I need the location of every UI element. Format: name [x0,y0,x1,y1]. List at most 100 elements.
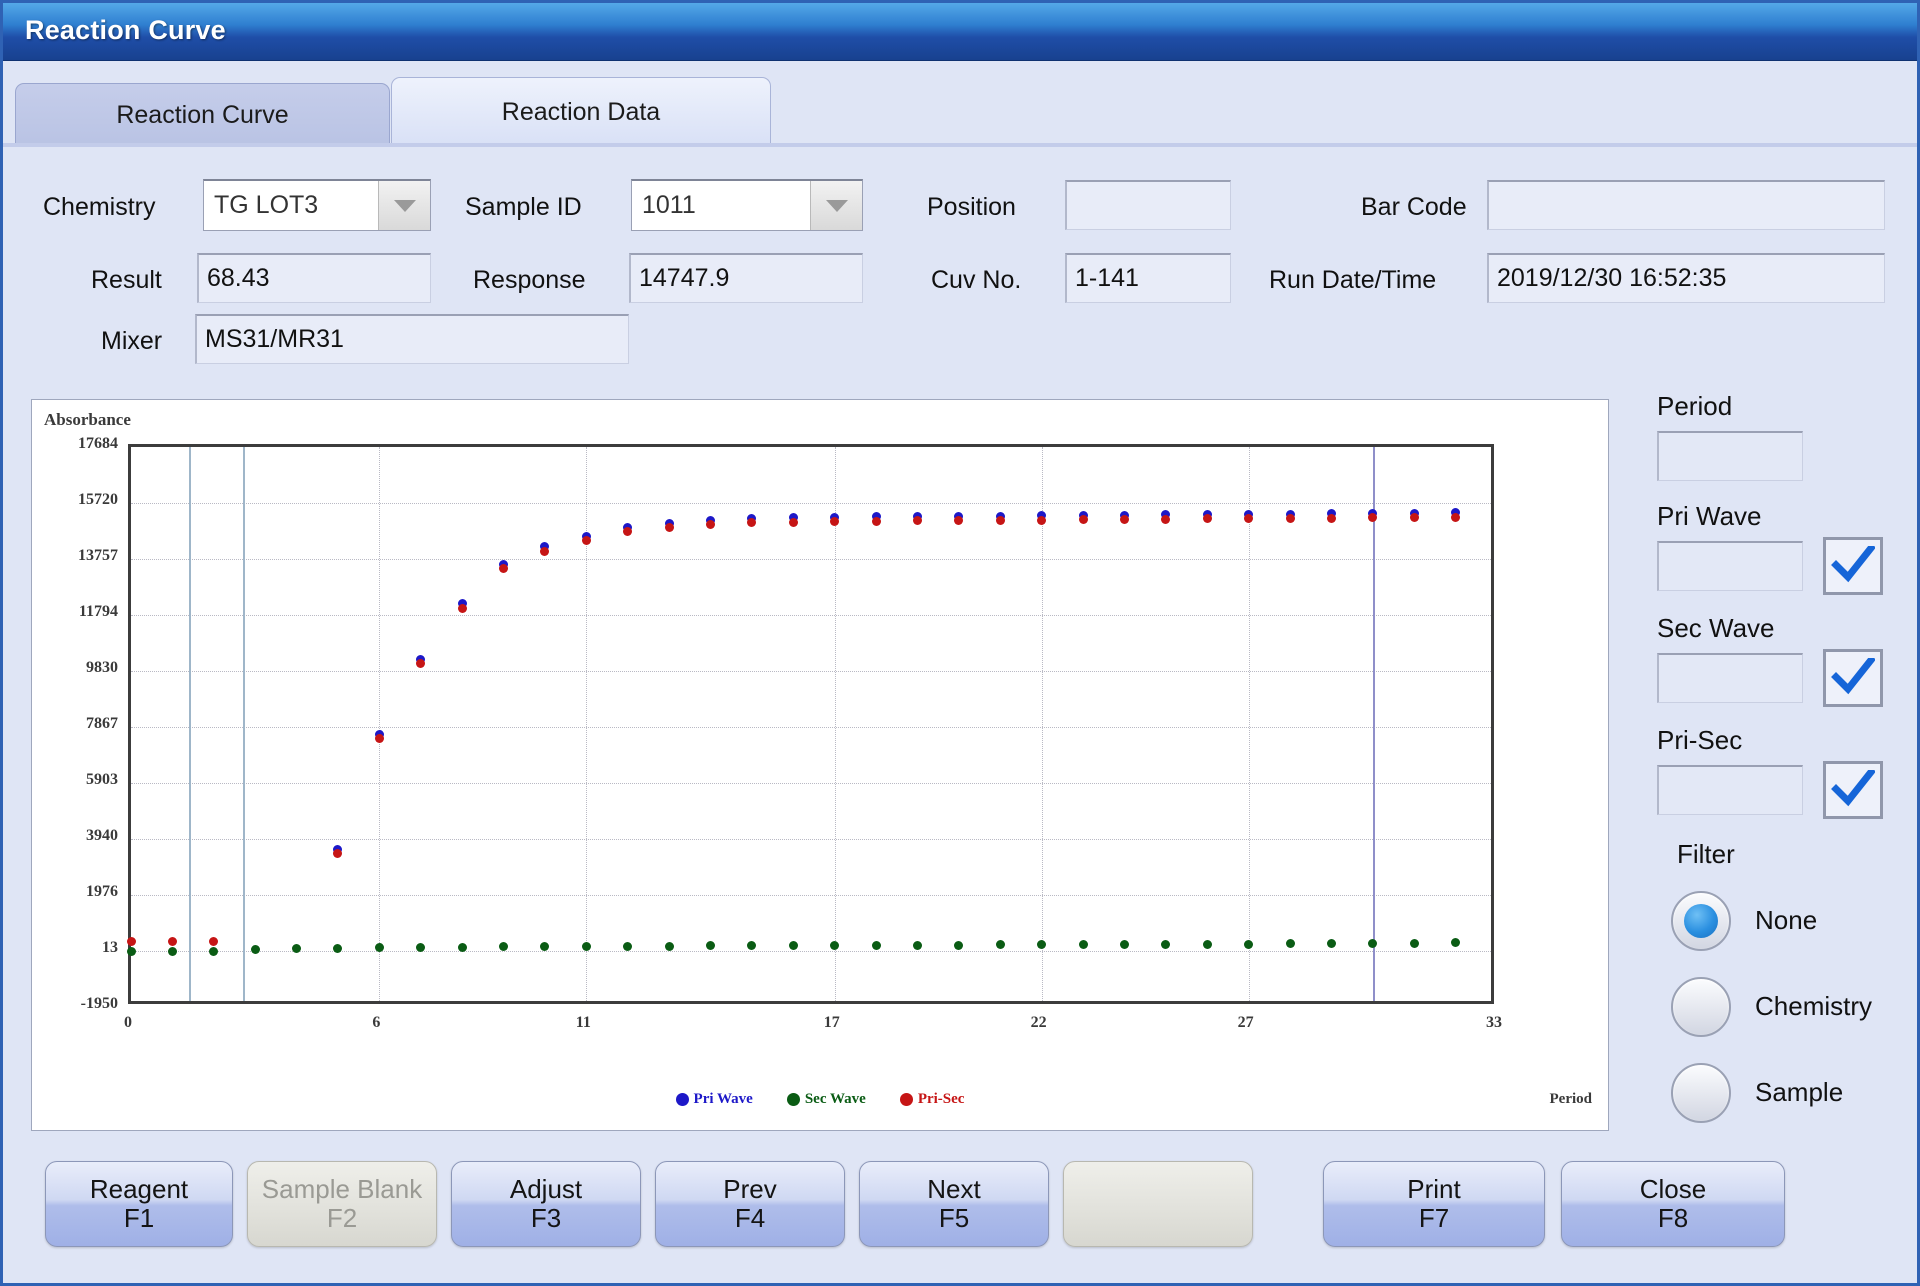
chart-data-point [209,946,219,956]
chemistry-value: TG LOT3 [214,191,319,219]
tab-reaction-data[interactable]: Reaction Data [391,77,771,147]
chart-data-point [209,937,219,947]
chart-gridline-horizontal [131,503,1491,505]
chart-data-point [1119,515,1129,525]
pri-wave-field[interactable] [1657,541,1803,591]
button-shortcut: F2 [326,1203,358,1233]
chart-data-point [1037,940,1047,950]
chart-gridline-horizontal [131,671,1491,672]
chart-x-tick-label: 33 [1486,1014,1502,1031]
function-button-bar: Reagent F1 Sample Blank F2 Adjust F3 Prev F4 Nex… [3,1135,1917,1283]
tab-reaction-data-label: Reaction Data [501,98,661,126]
chevron-down-icon [393,199,416,212]
chart-y-tick-label: 13 [102,939,118,956]
tabstrip: Reaction Curve Reaction Data [3,61,1917,147]
tab-reaction-curve[interactable]: Reaction Curve [15,83,390,147]
chart-y-tick-label: 17684 [78,435,118,452]
button-shortcut: F8 [1657,1203,1689,1233]
sample-id-label: Sample ID [465,193,582,221]
chart-data-point [954,516,964,526]
chart-data-point [540,546,550,556]
chart-data-point [1409,938,1419,948]
chart-legend-marker [675,1093,689,1106]
chart-data-point [540,942,550,952]
reaction-curve-window: Reaction Curve Reaction Curve Reaction D… [0,0,1920,1286]
reaction-curve-chart: Absorbance 17684 15720 13757 11794 9830 7867 5… [31,399,1609,1131]
chart-gridline-horizontal [131,839,1491,840]
chart-y-tick-label: 11794 [78,602,118,620]
button-shortcut: F7 [1418,1203,1450,1233]
button-prev[interactable]: Prev F4 [655,1161,845,1247]
run-datetime-field: 2019/12/30 16:52:35 [1487,253,1885,303]
filter-radio-none[interactable] [1671,891,1731,951]
period-field[interactable] [1657,431,1803,481]
pri-wave-checkbox[interactable] [1823,537,1883,595]
button-label: Next [927,1173,981,1204]
chart-data-point [830,941,840,951]
window-title: Reaction Curve [25,15,226,45]
chart-y-tick-label: -1950 [80,995,118,1012]
button-reagent[interactable]: Reagent F1 [45,1161,233,1247]
checkmark-icon [1831,546,1875,583]
bar-code-label: Bar Code [1361,193,1467,221]
chart-legend-item: Pri-Sec [899,1091,964,1108]
chart-legend-item: Sec Wave [786,1091,866,1108]
button-shortcut: F4 [734,1203,766,1233]
chart-data-point [457,603,467,613]
chart-data-point [623,941,633,951]
chart-y-tick-label: 1976 [86,883,118,901]
chart-data-point [1244,939,1254,949]
chart-gridline-horizontal [131,614,1491,616]
result-field: 68.43 [197,253,431,303]
chart-controls-panel: Period Pri Wave Sec Wave Pri-Sec Filter [1643,391,1905,1131]
button-close[interactable]: Close F8 [1561,1161,1785,1247]
chart-gridline-vertical [834,447,836,1001]
chart-data-point [126,946,136,956]
chart-data-point [912,516,922,526]
chart-data-point [995,940,1005,950]
chart-gridline-vertical [586,447,588,1001]
button-label: Sample Blank [261,1173,423,1204]
chart-data-point [1119,940,1129,950]
chart-data-point [333,849,343,859]
chart-data-point [1285,939,1295,949]
chart-data-point [747,941,757,951]
sec-wave-field[interactable] [1657,653,1803,703]
button-shortcut: F3 [530,1203,562,1233]
sample-id-select[interactable]: 1011 [631,179,863,231]
chart-x-tick-label: 27 [1237,1014,1254,1031]
chemistry-select[interactable]: TG LOT3 [203,179,431,231]
button-label: Prev [723,1173,777,1204]
chart-data-point [1409,513,1419,523]
filter-radio-chemistry[interactable] [1671,977,1731,1037]
chart-x-tick-label: 22 [1030,1014,1047,1031]
chart-y-tick-label: 9830 [86,659,118,676]
position-label: Position [927,193,1016,221]
chart-legend-label: Sec Wave [804,1091,866,1107]
chemistry-dropdown-arrow[interactable] [378,181,430,230]
chart-data-point [1161,514,1171,524]
sample-id-dropdown-arrow[interactable] [810,181,862,230]
button-adjust[interactable]: Adjust F3 [451,1161,641,1247]
pri-sec-checkbox[interactable] [1823,761,1883,819]
position-field[interactable] [1065,180,1231,230]
chart-data-point [374,943,384,953]
chart-data-point [1451,512,1461,522]
chart-gridline-horizontal [131,783,1491,785]
chart-marker-line [1372,447,1375,1001]
chart-legend-marker [786,1093,800,1106]
radio-selected-indicator [1684,904,1718,938]
bar-code-field[interactable] [1487,180,1885,230]
filter-radio-sample[interactable] [1671,1063,1731,1123]
button-print[interactable]: Print F7 [1323,1161,1545,1247]
chart-data-point [1368,513,1378,523]
chart-y-tick-label: 7867 [86,715,118,732]
button-next[interactable]: Next F5 [859,1161,1049,1247]
chart-x-tick-label: 0 [124,1014,132,1031]
pri-sec-field[interactable] [1657,765,1803,815]
chart-y-tick-label: 5903 [86,771,118,789]
period-label: Period [1657,391,1733,421]
chart-y-tick-label: 13757 [78,547,118,564]
sec-wave-checkbox[interactable] [1823,649,1883,707]
chart-data-point [167,937,177,947]
